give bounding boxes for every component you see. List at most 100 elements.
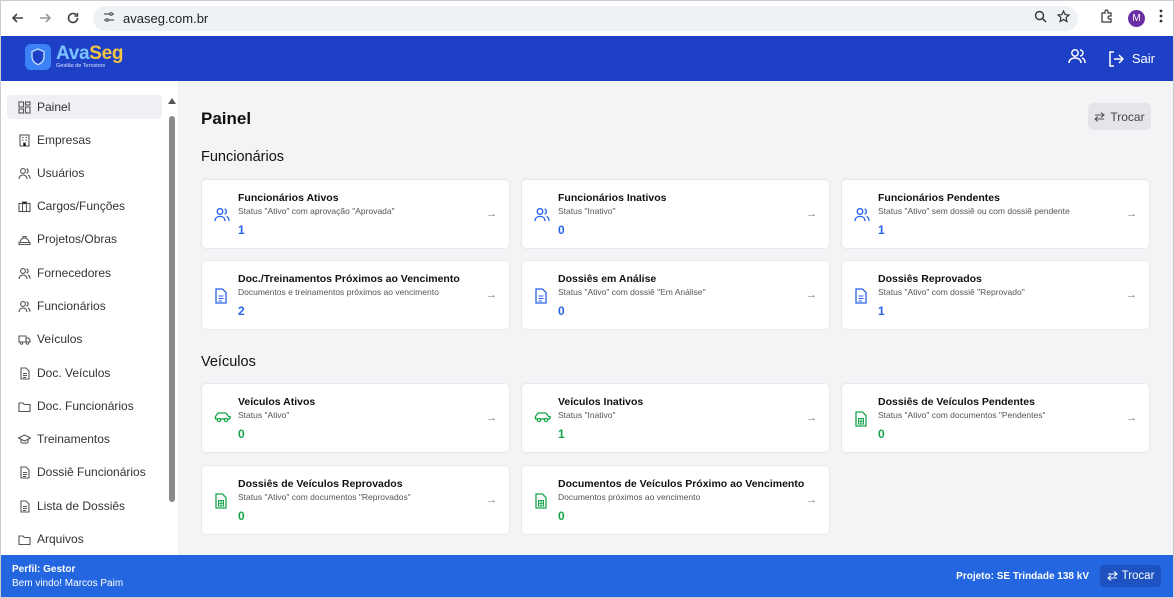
card-subtitle: Status "Ativo" com documentos "Pendentes… (878, 410, 1046, 420)
card-subtitle: Status "Inativo" (558, 206, 616, 216)
sidebar-item-cargos-funcoes[interactable]: Cargos/Funções (7, 194, 162, 218)
users-icon[interactable] (1068, 48, 1086, 69)
card-title: Funcionários Pendentes (878, 192, 1000, 204)
folder-icon (18, 534, 31, 545)
sidebar-item-funcionarios[interactable]: Funcionários (7, 294, 162, 318)
sidebar-item-empresas[interactable]: Empresas (7, 128, 162, 152)
card-title: Doc./Treinamentos Próximos ao Vencimento (238, 273, 460, 285)
card-value: 1 (878, 223, 885, 237)
arrow-right-icon: → (486, 494, 497, 506)
logout-button[interactable]: Sair (1108, 50, 1155, 67)
project-label: Projeto: SE Trindade 138 kV (956, 571, 1089, 582)
card-value: 2 (238, 304, 245, 318)
section-title-veiculos: Veículos (201, 354, 256, 370)
welcome-text: Bem vindo! Marcos Paim (12, 578, 124, 589)
file-spreadsheet-icon (215, 493, 227, 509)
sidebar-item-label: Arquivos (37, 532, 84, 546)
back-icon[interactable] (4, 4, 32, 32)
bookmark-star-icon[interactable] (1056, 9, 1071, 26)
card-funcionarios-inativos[interactable]: Funcionários Inativos Status "Inativo" 0… (521, 179, 830, 249)
profile-avatar[interactable]: M (1128, 10, 1145, 27)
users-icon (534, 208, 550, 222)
arrow-right-icon: → (1126, 289, 1137, 301)
sidebar-item-label: Doc. Funcionários (37, 399, 134, 413)
sidebar-item-label: Usuários (37, 166, 85, 180)
sidebar-item-treinamentos[interactable]: Treinamentos (7, 427, 162, 451)
sidebar-item-doc-funcionarios[interactable]: Doc. Funcionários (7, 394, 162, 418)
sidebar-scrollbar[interactable] (169, 116, 175, 502)
car-icon (534, 412, 551, 423)
address-bar[interactable]: avaseg.com.br (93, 6, 1078, 31)
extensions-icon[interactable] (1100, 9, 1114, 28)
file-icon (20, 465, 30, 479)
card-subtitle: Status "Ativo" com documentos "Reprovado… (238, 492, 411, 502)
card-veiculos-inativos[interactable]: Veículos Inativos Status "Inativo" 1 → (521, 383, 830, 453)
app-logo[interactable]: AvaSeg Gestão de Terceiros (25, 43, 124, 70)
brand-name-part2: Seg (89, 43, 124, 65)
card-veiculos-ativos[interactable]: Veículos Ativos Status "Ativo" 0 → (201, 383, 510, 453)
sidebar-item-painel[interactable]: Painel (7, 95, 162, 119)
sidebar-item-usuarios[interactable]: Usuários (7, 161, 162, 185)
file-text-icon (535, 288, 547, 304)
sidebar-item-dossie-funcionarios[interactable]: Dossiê Funcionários (7, 460, 162, 484)
card-title: Dossiês de Veículos Pendentes (878, 396, 1035, 408)
sidebar-item-label: Funcionários (37, 299, 106, 313)
sidebar-item-arquivos[interactable]: Arquivos (7, 527, 162, 551)
card-subtitle: Status "Ativo" (238, 410, 290, 420)
card-value: 1 (558, 427, 565, 441)
card-funcionarios-ativos[interactable]: Funcionários Ativos Status "Ativo" com a… (201, 179, 510, 249)
card-value: 0 (238, 509, 245, 523)
sidebar-item-label: Painel (37, 100, 71, 114)
forward-icon[interactable] (31, 4, 59, 32)
users-icon (18, 300, 31, 312)
card-dossies-reprovados[interactable]: Dossiês Reprovados Status "Ativo" com do… (841, 260, 1150, 330)
swap-icon (1106, 571, 1118, 581)
switch-project-button[interactable]: Trocar (1100, 565, 1161, 587)
briefcase-icon (18, 201, 31, 212)
site-settings-icon[interactable] (97, 12, 121, 25)
zoom-icon[interactable] (1034, 10, 1047, 26)
car-icon (214, 412, 231, 423)
section-title-funcionarios: Funcionários (201, 149, 285, 165)
sidebar-item-label: Lista de Dossiês (37, 499, 126, 513)
sidebar-item-label: Doc. Veículos (37, 366, 111, 380)
sidebar-item-lista-de-dossies[interactable]: Lista de Dossiês (7, 494, 162, 518)
card-title: Dossiês em Análise (558, 273, 657, 285)
arrow-right-icon: → (806, 208, 817, 220)
sidebar-item-fornecedores[interactable]: Fornecedores (7, 261, 162, 285)
file-spreadsheet-icon (855, 411, 867, 427)
card-value: 0 (238, 427, 245, 441)
card-dossies-em-analise[interactable]: Dossiês em Análise Status "Ativo" com do… (521, 260, 830, 330)
sidebar-item-label: Empresas (37, 133, 92, 147)
card-funcionarios-pendentes[interactable]: Funcionários Pendentes Status "Ativo" se… (841, 179, 1150, 249)
sidebar-item-doc-veiculos[interactable]: Doc. Veículos (7, 361, 162, 385)
brand-name-part1: Ava (56, 43, 90, 65)
logout-icon (1109, 50, 1124, 67)
browser-menu-icon[interactable] (1159, 9, 1163, 28)
hard-hat-icon (18, 235, 31, 245)
sidebar-item-label: Dossiê Funcionários (37, 465, 146, 479)
arrow-right-icon: → (806, 494, 817, 506)
arrow-right-icon: → (806, 289, 817, 301)
card-doc-treinamentos-vencimento[interactable]: Doc./Treinamentos Próximos ao Vencimento… (201, 260, 510, 330)
users-icon (214, 208, 230, 222)
switch-button[interactable]: Trocar (1088, 103, 1151, 130)
sidebar-item-veiculos[interactable]: Veículos (7, 327, 162, 351)
card-subtitle: Status "Ativo" com dossiê "Em Análise" (558, 287, 706, 297)
browser-window: avaseg.com.br M AvaSeg Gestão de Terceir… (0, 0, 1174, 598)
dashboard-icon (18, 100, 31, 114)
folder-icon (18, 401, 31, 412)
card-value: 0 (558, 304, 565, 318)
card-value: 1 (878, 304, 885, 318)
reload-icon[interactable] (59, 4, 87, 32)
url-text: avaseg.com.br (123, 11, 209, 26)
card-documentos-veiculos-vencimento[interactable]: Documentos de Veículos Próximo ao Vencim… (521, 465, 830, 535)
sidebar: Painel Empresas Usuários Cargos/Funções … (1, 81, 179, 555)
card-dossies-veiculos-pendentes[interactable]: Dossiês de Veículos Pendentes Status "At… (841, 383, 1150, 453)
browser-toolbar: avaseg.com.br M (1, 1, 1173, 36)
profile-label: Perfil: Gestor (12, 564, 76, 575)
sidebar-item-projetos-obras[interactable]: Projetos/Obras (7, 227, 162, 251)
scroll-up-arrow[interactable] (168, 98, 176, 104)
card-dossies-veiculos-reprovados[interactable]: Dossiês de Veículos Reprovados Status "A… (201, 465, 510, 535)
sidebar-item-label: Cargos/Funções (37, 199, 126, 213)
